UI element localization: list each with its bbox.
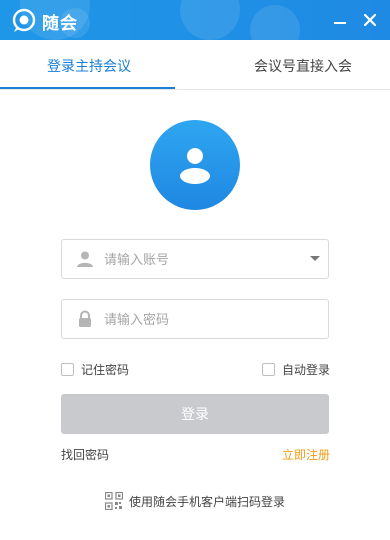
qr-code-icon xyxy=(105,492,123,510)
active-tab-indicator xyxy=(0,87,175,89)
app-logo-icon xyxy=(12,8,36,32)
lock-icon xyxy=(79,310,91,327)
decor-bubble xyxy=(180,0,240,40)
avatar xyxy=(150,120,240,210)
auto-login-checkbox[interactable]: 自动登录 xyxy=(262,361,330,378)
qr-login-link[interactable]: 使用随会手机客户端扫码登录 xyxy=(105,492,285,510)
tab-join-by-id[interactable]: 会议号直接入会 xyxy=(254,56,352,76)
decor-bubble xyxy=(250,5,300,40)
close-icon xyxy=(363,13,377,27)
forgot-password-link[interactable]: 找回密码 xyxy=(61,446,109,463)
checkbox-box[interactable] xyxy=(61,363,74,376)
password-input[interactable] xyxy=(104,308,304,332)
minimize-button[interactable] xyxy=(328,8,352,32)
close-button[interactable] xyxy=(358,8,382,32)
user-icon xyxy=(77,251,93,267)
chevron-down-icon[interactable] xyxy=(310,256,320,261)
auto-login-label: 自动登录 xyxy=(282,363,331,377)
tab-host-meeting[interactable]: 登录主持会议 xyxy=(47,56,131,76)
account-input[interactable] xyxy=(104,248,304,272)
login-button[interactable]: 登录 xyxy=(61,394,329,434)
login-tabs: 登录主持会议 会议号直接入会 xyxy=(0,40,390,90)
title-bar: 随会 xyxy=(0,0,390,40)
checkbox-box[interactable] xyxy=(262,363,275,376)
remember-password-label: 记住密码 xyxy=(81,363,130,377)
password-field xyxy=(61,299,329,339)
account-field xyxy=(61,239,329,279)
minimize-icon xyxy=(334,22,346,24)
app-title: 随会 xyxy=(42,14,78,34)
qr-login-label: 使用随会手机客户端扫码登录 xyxy=(129,494,286,509)
remember-password-checkbox[interactable]: 记住密码 xyxy=(61,361,129,378)
register-link[interactable]: 立即注册 xyxy=(282,446,330,463)
user-avatar-icon xyxy=(180,148,210,184)
